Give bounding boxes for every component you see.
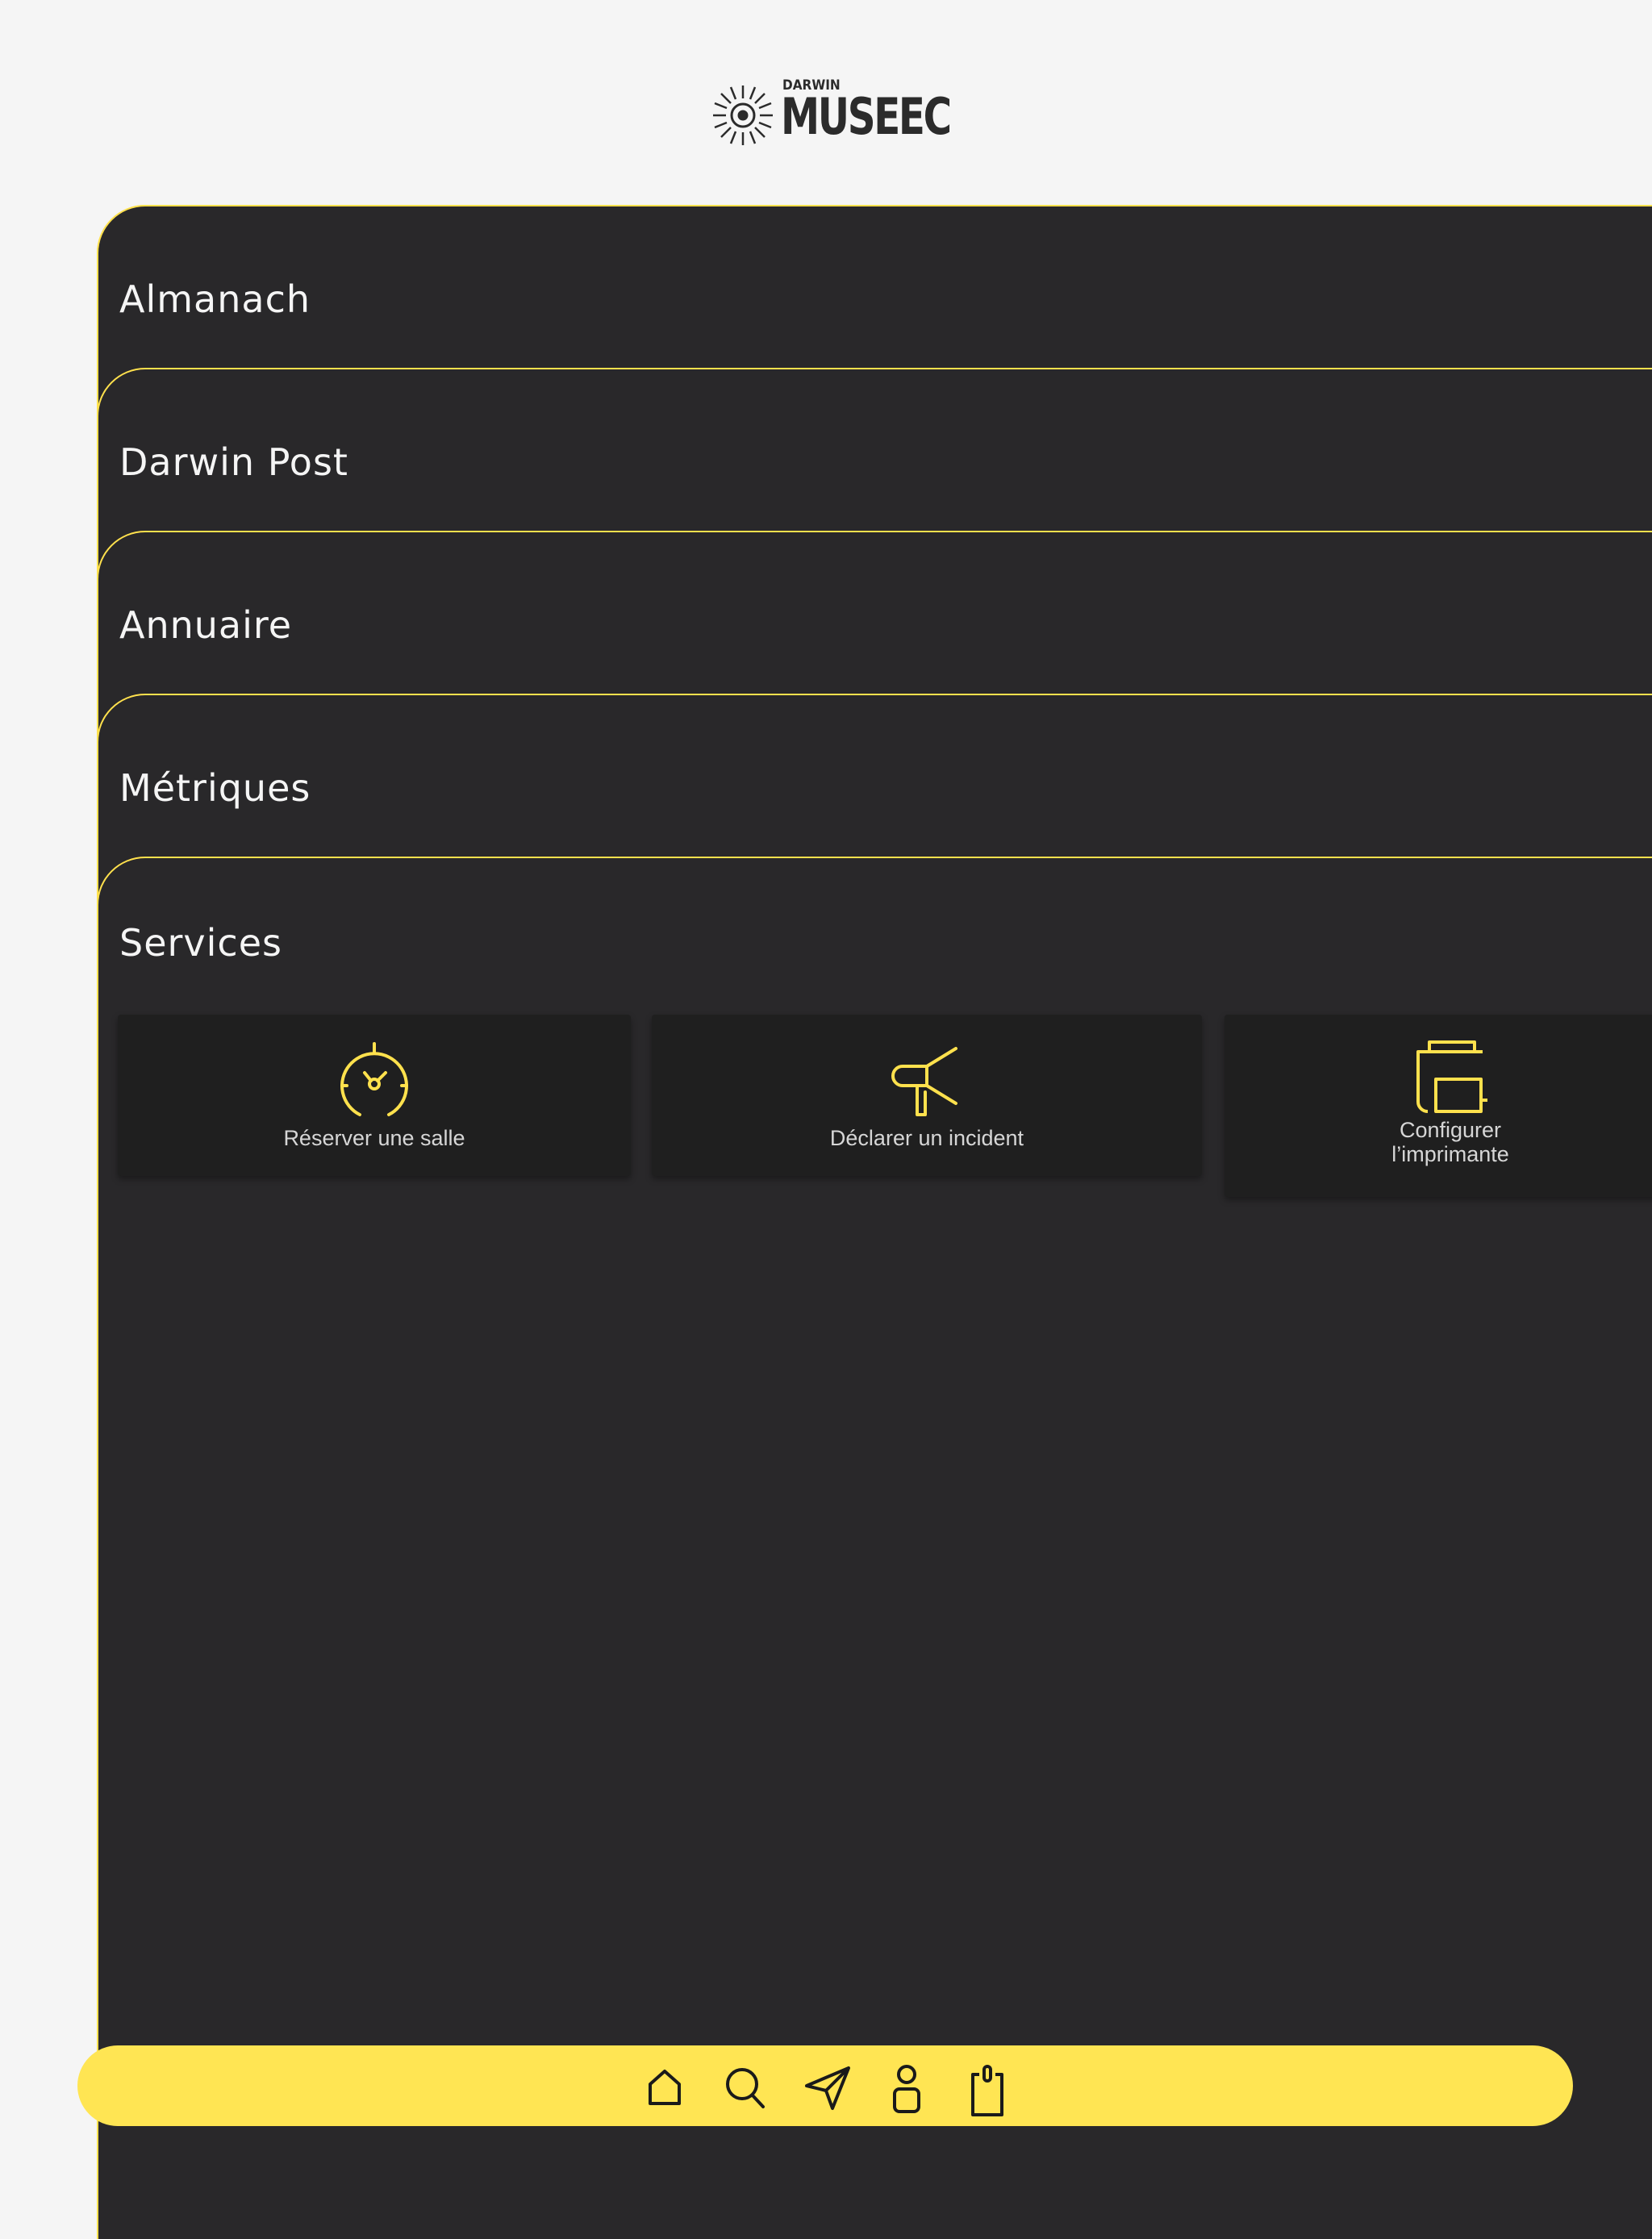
app-logo: DARWIN MUSEEC	[708, 77, 952, 150]
bottom-tab-bar	[77, 2045, 1573, 2126]
tab-home[interactable]	[642, 2063, 687, 2112]
tab-profile[interactable]	[884, 2063, 929, 2113]
section-title: Métriques	[119, 766, 311, 810]
section-title: Services	[119, 921, 282, 965]
section-title: Almanach	[119, 277, 311, 321]
sun-eye-icon	[713, 85, 773, 145]
send-icon	[805, 2066, 850, 2110]
section-title: Darwin Post	[119, 440, 348, 484]
tab-messages[interactable]	[803, 2063, 850, 2112]
section-annuaire[interactable]: Annuaire	[97, 531, 1652, 692]
printer-icon	[1416, 1040, 1487, 1113]
service-label-line1: Configurer	[1399, 1118, 1502, 1142]
service-label: Réserver une salle	[283, 1126, 465, 1150]
tab-search[interactable]	[723, 2063, 768, 2112]
section-almanach[interactable]: Almanach	[97, 205, 1652, 366]
section-metriques[interactable]: Métriques	[97, 694, 1652, 855]
tab-badge[interactable]	[965, 2063, 1010, 2116]
section-title: Annuaire	[119, 603, 293, 647]
stopwatch-icon	[340, 1042, 408, 1116]
brand-name: MUSEEC	[781, 87, 952, 146]
home-icon	[649, 2070, 681, 2105]
search-icon	[726, 2068, 765, 2108]
service-card-report-incident[interactable]: Déclarer un incident	[652, 1015, 1202, 1176]
profile-icon	[893, 2065, 920, 2113]
section-darwin-post[interactable]: Darwin Post	[97, 368, 1652, 529]
service-label-line2: l’imprimante	[1391, 1142, 1509, 1166]
megaphone-icon	[891, 1047, 957, 1116]
service-card-configure-printer[interactable]: Configurer l’imprimante	[1224, 1015, 1652, 1197]
service-card-book-room[interactable]: Réserver une salle	[118, 1015, 631, 1176]
service-label: Déclarer un incident	[829, 1126, 1024, 1150]
badge-icon	[971, 2065, 1003, 2116]
